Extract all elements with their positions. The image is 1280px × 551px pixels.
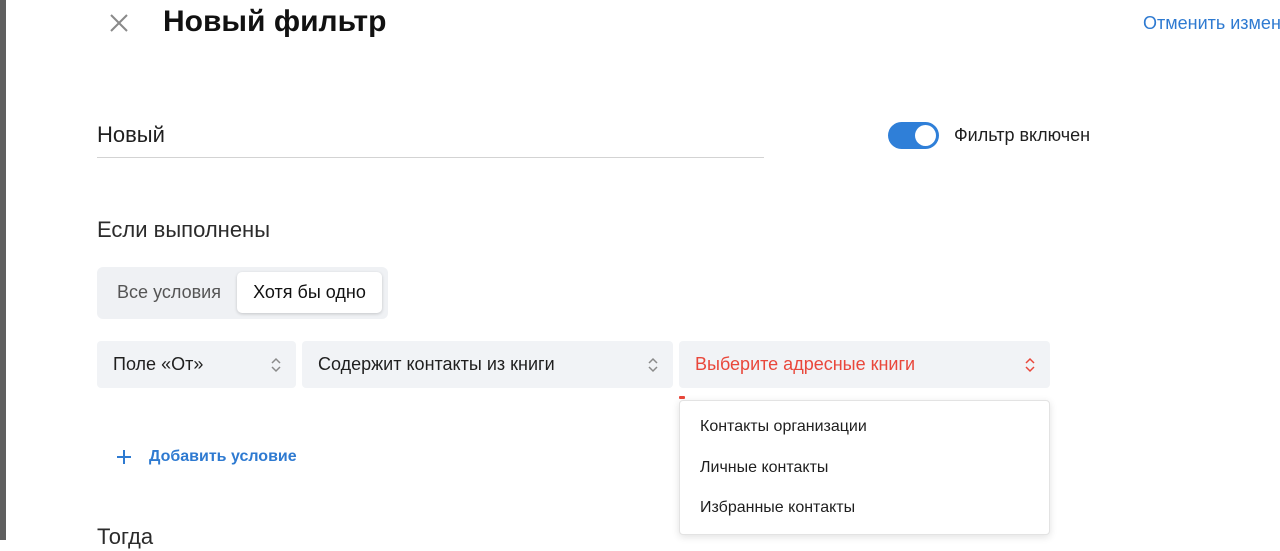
chevron-updown-icon — [1025, 357, 1035, 373]
field-select-value: Поле «От» — [113, 354, 204, 374]
condition-mode-switch: Все условия Хотя бы одно — [97, 267, 388, 319]
dropdown-option-favorite-contacts[interactable]: Избранные контакты — [700, 498, 855, 518]
close-icon[interactable] — [104, 8, 134, 38]
mode-option-any[interactable]: Хотя бы одно — [237, 272, 382, 313]
address-books-placeholder: Выберите адресные книги — [695, 354, 916, 374]
error-hint — [679, 396, 685, 399]
window-edge — [0, 0, 6, 540]
field-select[interactable]: Поле «От» — [97, 341, 296, 388]
mode-option-all[interactable]: Все условия — [102, 272, 236, 313]
dropdown-option-org-contacts[interactable]: Контакты организации — [700, 417, 867, 437]
operator-select[interactable]: Содержит контакты из книги — [302, 341, 673, 388]
add-condition-label: Добавить условие — [149, 448, 297, 465]
filter-enabled-toggle[interactable] — [888, 122, 939, 149]
filter-name-input[interactable] — [97, 112, 764, 158]
dropdown-option-personal-contacts[interactable]: Личные контакты — [700, 458, 828, 478]
address-books-select[interactable]: Выберите адресные книги — [679, 341, 1050, 388]
address-books-dropdown: Контакты организации Личные контакты Изб… — [679, 400, 1050, 535]
plus-icon — [117, 450, 131, 464]
actions-section-title: Тогда — [97, 524, 154, 549]
operator-select-value: Содержит контакты из книги — [318, 354, 555, 374]
chevron-updown-icon — [271, 357, 281, 373]
toggle-knob — [915, 125, 936, 146]
page-title: Новый фильтр — [163, 5, 387, 38]
chevron-updown-icon — [648, 357, 658, 373]
cancel-changes-link[interactable]: Отменить измен — [1143, 12, 1280, 34]
toggle-label: Фильтр включен — [954, 125, 1091, 145]
conditions-section-title: Если выполнены — [97, 217, 271, 242]
